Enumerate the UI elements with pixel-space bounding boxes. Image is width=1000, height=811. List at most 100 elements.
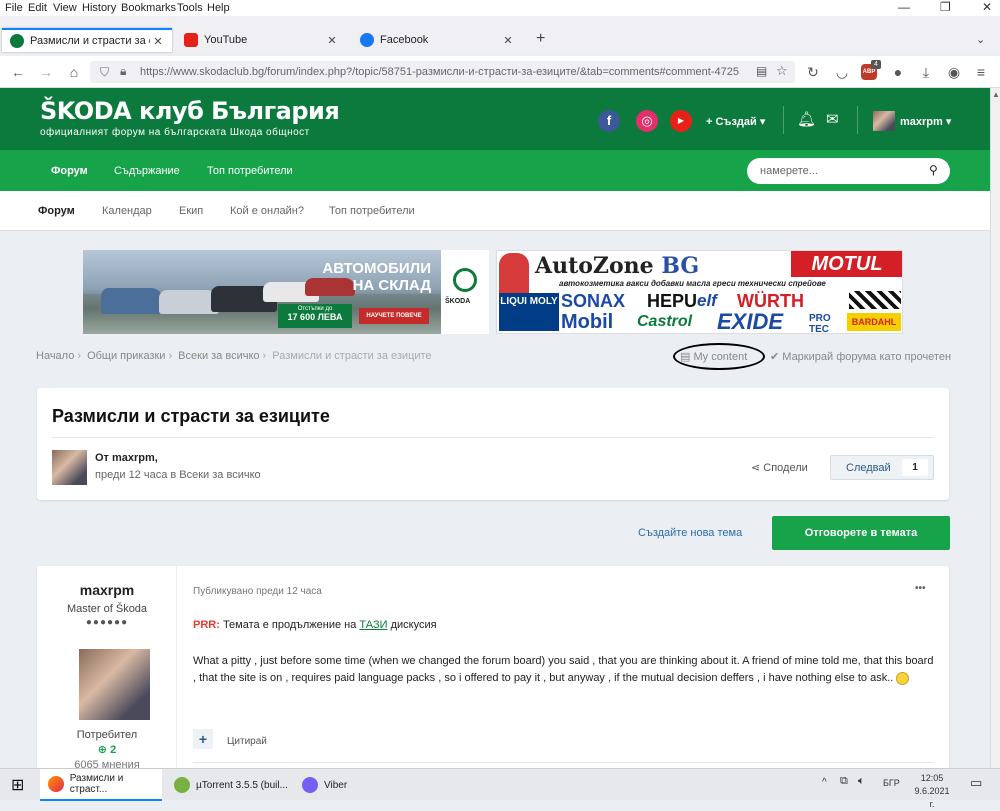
post-body: What a pitty , just before some time (wh… [193, 653, 938, 687]
new-topic-button[interactable]: Създайте нова тема [638, 527, 742, 539]
nav-top-users[interactable]: Топ потребители [207, 165, 293, 177]
tab-label: Facebook [380, 34, 429, 46]
tab-youtube[interactable]: YouTube ✕ [176, 28, 346, 52]
banner-headline-1: АВТОМОБИЛИ [322, 260, 431, 277]
skoda-ad-banner[interactable]: АВТОМОБИЛИ НА СКЛАД ŠKODA Отстъпки до 17… [83, 250, 489, 334]
instagram-icon[interactable]: ◎ [636, 110, 658, 132]
reply-topic-button[interactable]: Отговорете в темата [772, 516, 950, 550]
tray-language[interactable]: БГР [883, 778, 900, 788]
bookmark-star-icon[interactable]: ☆ [776, 63, 788, 79]
close-tab-icon[interactable]: ✕ [150, 35, 166, 48]
author-avatar[interactable] [52, 450, 87, 485]
taskbar-utorrent[interactable]: µTorrent 3.5.5 (buil... [166, 769, 292, 801]
downloads-icon[interactable]: ⤓ [917, 64, 935, 81]
menu-edit[interactable]: Edit [28, 2, 47, 14]
post-author-name[interactable]: maxrpm [37, 582, 177, 598]
url-bar[interactable]: ⛉ 🔒︎ https://www.skodaclub.bg/forum/inde… [90, 61, 795, 83]
breadcrumb-home[interactable]: Начало [36, 350, 74, 362]
tray-network-icon[interactable]: ⧉ [840, 775, 848, 788]
search-input[interactable]: намерете... [760, 165, 818, 177]
header-divider [783, 106, 784, 134]
post-options-icon[interactable]: ••• [915, 583, 926, 594]
motul-logo: MOTUL [791, 251, 902, 277]
breadcrumb-general[interactable]: Общи приказки [87, 350, 165, 362]
hamburger-menu-icon[interactable]: ≡ [972, 64, 990, 80]
site-header: ŠKODA клуб България официалният форум на… [0, 88, 990, 150]
autozone-ad-banner[interactable]: AutoZone BG MOTUL автокозметика вакси до… [496, 250, 903, 334]
facebook-icon[interactable]: f [598, 110, 620, 132]
youtube-icon[interactable]: ▶ [670, 110, 692, 132]
mark-read-link[interactable]: ✔ Маркирай форума като прочетен [770, 350, 951, 363]
breadcrumb-everything[interactable]: Всеки за всичко [178, 350, 259, 362]
back-icon[interactable]: ← [9, 64, 27, 80]
subnav-calendar[interactable]: Календар [102, 205, 152, 217]
create-button[interactable]: + Създай ▾ [706, 115, 765, 128]
scrollbar[interactable]: ▲ [990, 88, 1000, 768]
extension2-icon[interactable]: ◉ [945, 64, 963, 81]
post-topic-link[interactable]: ТАЗИ [359, 619, 387, 631]
shield-icon[interactable]: ⛉ [100, 65, 109, 80]
menu-view[interactable]: View [53, 2, 77, 14]
post-published: Публикувано преди 12 часа [193, 586, 322, 597]
home-icon[interactable]: ⌂ [65, 64, 83, 80]
restore-icon[interactable]: ❐ [940, 0, 951, 14]
notifications-bell-icon[interactable]: 🔔︎ [797, 110, 816, 128]
tab-skodaclub[interactable]: Размисли и страсти за езиците ✕ [2, 28, 172, 52]
menu-history[interactable]: History [82, 2, 116, 14]
close-window-icon[interactable]: ✕ [982, 0, 992, 14]
windows-taskbar: ⊞ Размисли и страст... µTorrent 3.5.5 (b… [0, 768, 1000, 809]
list-tabs-icon[interactable]: ⌄ [976, 33, 985, 46]
close-tab-icon[interactable]: ✕ [324, 34, 340, 47]
breadcrumb: Начало › Общи приказки › Всеки за всичко › … [36, 350, 435, 362]
autozone-title: AutoZone BG [535, 253, 699, 279]
nav-content[interactable]: Съдържание [114, 165, 180, 177]
menu-file[interactable]: File [5, 2, 23, 14]
quote-button[interactable]: Цитирай [227, 736, 267, 747]
windows-start-icon[interactable]: ⊞ [11, 775, 24, 795]
site-logo-title[interactable]: ŠKODA клуб България [40, 97, 340, 125]
follow-count: 1 [902, 459, 928, 476]
notification-center-icon[interactable]: ▭ [970, 775, 982, 791]
share-button[interactable]: ⋖ Сподели [751, 461, 808, 474]
nav-forum[interactable]: Форум [51, 165, 88, 177]
topic-header-card: Размисли и страсти за езиците От maxrpm,… [37, 388, 949, 500]
sonax-logo: SONAX [561, 291, 626, 311]
reload-icon[interactable]: ↻ [804, 64, 822, 81]
user-avatar[interactable] [873, 111, 895, 131]
tab-label: Размисли и страсти за езиците [30, 35, 150, 47]
lock-icon[interactable]: 🔒︎ [120, 64, 126, 79]
sub-navigation: Форум Календар Екип Кой е онлайн? Топ по… [0, 191, 990, 231]
tab-facebook[interactable]: Facebook ✕ [352, 28, 522, 52]
topic-author[interactable]: От maxrpm, [95, 452, 158, 464]
subnav-forum[interactable]: Форум [38, 205, 75, 217]
protec-logo: PRO TEC [809, 313, 831, 334]
forward-icon[interactable]: → [37, 64, 55, 80]
new-tab-icon[interactable]: + [536, 30, 545, 48]
reader-view-icon[interactable]: ▤ [756, 64, 767, 78]
post-author-avatar[interactable] [79, 649, 150, 720]
menu-tools[interactable]: Tools [177, 2, 203, 14]
search-box[interactable]: намерете... ⚲ [747, 158, 950, 184]
extension-icon[interactable]: ● [889, 64, 907, 80]
breadcrumb-separator: › [168, 350, 173, 362]
minimize-icon[interactable]: — [898, 0, 910, 14]
tray-clock[interactable]: 12:05 9.6.2021 г. [912, 772, 952, 811]
subnav-top-users[interactable]: Топ потребители [329, 205, 415, 217]
tray-volume-icon[interactable]: 🔈︎ [858, 775, 865, 788]
scroll-up-icon[interactable]: ▲ [992, 90, 1000, 99]
follow-button[interactable]: Следвай 1 [830, 455, 934, 480]
close-tab-icon[interactable]: ✕ [500, 34, 516, 47]
tray-chevron-icon[interactable]: ^ [822, 777, 827, 788]
search-icon[interactable]: ⚲ [929, 163, 938, 177]
quote-plus-icon[interactable]: + [193, 729, 213, 749]
menu-bookmarks[interactable]: Bookmarks [121, 2, 176, 14]
taskbar-viber[interactable]: Viber [294, 769, 374, 801]
pocket-icon[interactable]: ◡ [833, 64, 851, 81]
user-menu[interactable]: maxrpm ▾ [900, 115, 951, 128]
taskbar-firefox[interactable]: Размисли и страст... [40, 769, 162, 801]
subnav-who-online[interactable]: Кой е онлайн? [230, 205, 304, 217]
messages-envelope-icon[interactable]: ✉ [826, 110, 839, 128]
menu-help[interactable]: Help [207, 2, 230, 14]
learn-more-button[interactable]: НАУЧЕТЕ ПОВЕЧЕ [359, 308, 429, 324]
subnav-team[interactable]: Екип [179, 205, 203, 217]
